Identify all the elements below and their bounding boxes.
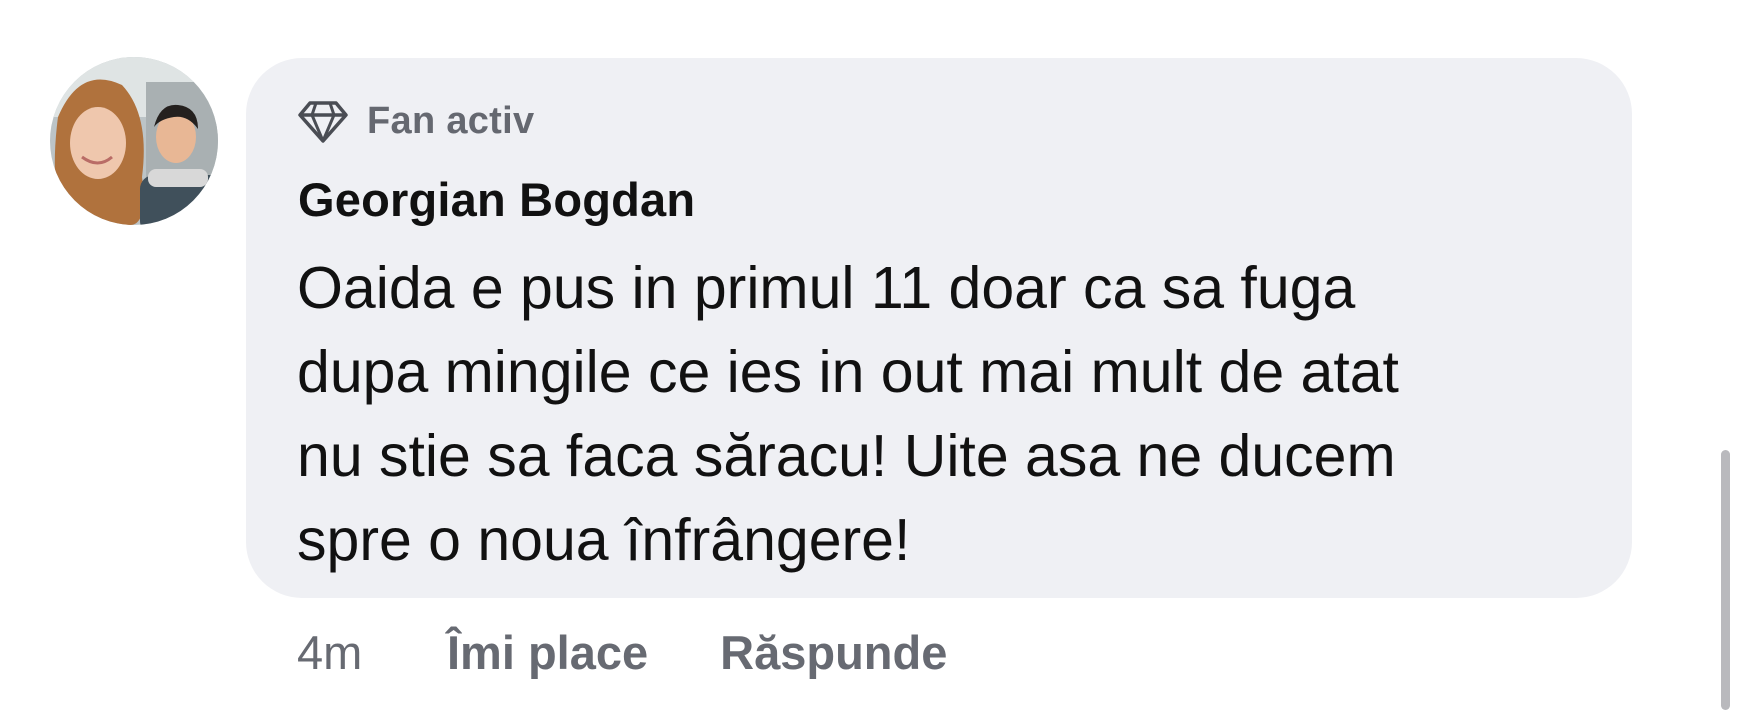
like-button[interactable]: Îmi place (447, 625, 648, 680)
fan-badge[interactable]: Fan activ (297, 95, 534, 147)
comment-timestamp: 4m (297, 625, 363, 679)
comment-text: Oaida e pus in primul 11 doar ca sa fuga… (297, 246, 1399, 582)
scrollbar[interactable] (1721, 450, 1730, 710)
author-name[interactable]: Georgian Bogdan (298, 172, 695, 227)
avatar[interactable] (50, 57, 218, 225)
comment-text-line: Oaida e pus in primul 11 doar ca sa fuga (297, 255, 1356, 321)
avatar-photo (50, 57, 218, 225)
comment-text-line: nu stie sa faca săracu! Uite asa ne duce… (297, 423, 1396, 489)
comment-actions: 4m Îmi place Răspunde (297, 620, 947, 684)
reply-button[interactable]: Răspunde (720, 625, 947, 680)
comment-text-line: spre o noua înfrângere! (297, 507, 911, 573)
diamond-icon (297, 95, 349, 147)
comment-text-line: dupa mingile ce ies in out mai mult de a… (297, 339, 1399, 405)
badge-label: Fan activ (367, 99, 535, 142)
